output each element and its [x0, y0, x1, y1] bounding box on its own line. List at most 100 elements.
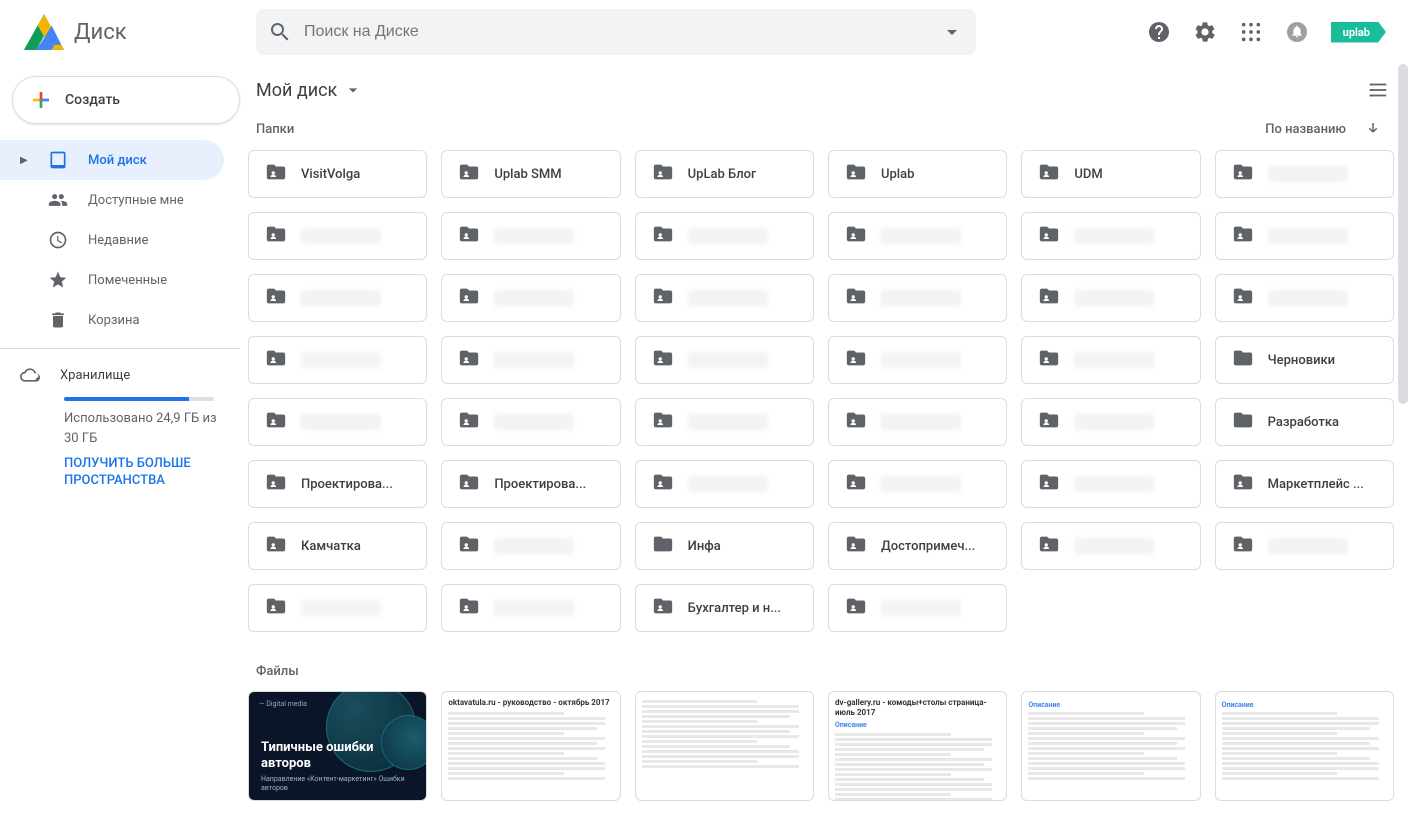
doc-text-line [835, 748, 984, 751]
doc-text-line [1222, 757, 1371, 760]
folder-card[interactable] [441, 336, 620, 384]
shared-folder-icon [458, 471, 480, 497]
folder-card[interactable] [1021, 274, 1200, 322]
search-input[interactable] [292, 23, 940, 41]
breadcrumb[interactable]: Мой диск [256, 80, 363, 101]
folder-card[interactable]: Проектирова... [441, 460, 620, 508]
doc-text-line [1028, 752, 1144, 755]
storage-upgrade-link[interactable]: ПОЛУЧИТЬ БОЛЬШЕ ПРОСТРАНСТВА [64, 456, 220, 490]
doc-text-line [1028, 772, 1144, 775]
doc-text-line [1222, 752, 1338, 755]
storage-label: Хранилище [60, 368, 130, 383]
shared-folder-icon [845, 595, 867, 621]
apps-icon[interactable] [1239, 20, 1263, 44]
people-icon [48, 190, 68, 210]
folder-card[interactable] [828, 212, 1007, 260]
folder-card[interactable]: UDM [1021, 150, 1200, 198]
doc-text-line [835, 753, 951, 756]
file-card[interactable]: oktavatula.ru - руководство - октябрь 20… [441, 691, 620, 801]
notifications-icon[interactable] [1285, 20, 1309, 44]
scrollbar[interactable] [1396, 64, 1410, 836]
redacted-name [301, 352, 381, 368]
file-card[interactable]: Описание [1021, 691, 1200, 801]
create-button[interactable]: Создать [12, 76, 240, 124]
sidebar-item-shared[interactable]: Доступные мне [0, 180, 224, 220]
folder-card[interactable] [828, 274, 1007, 322]
shared-folder-icon [652, 285, 674, 311]
folder-card[interactable]: Проектирова... [248, 460, 427, 508]
folder-card[interactable] [828, 584, 1007, 632]
folder-card[interactable] [828, 336, 1007, 384]
folder-card[interactable]: VisitVolga [248, 150, 427, 198]
list-view-icon[interactable] [1366, 78, 1390, 102]
uplab-badge[interactable]: uplab [1331, 22, 1386, 43]
doc-text-line [448, 727, 597, 730]
folder-card[interactable] [1215, 212, 1394, 260]
folder-card[interactable] [1021, 522, 1200, 570]
folder-card[interactable] [1021, 398, 1200, 446]
search-icon [268, 20, 292, 44]
doc-text-line [835, 738, 992, 741]
sidebar-item-mydrive[interactable]: ▶ Мой диск [0, 140, 224, 180]
sidebar-item-recent[interactable]: Недавние [0, 220, 224, 260]
doc-text-line [835, 778, 984, 781]
folder-name: Uplab SMM [494, 167, 561, 182]
folder-card[interactable] [828, 398, 1007, 446]
folder-card[interactable] [248, 398, 427, 446]
folder-card[interactable] [635, 274, 814, 322]
folder-card[interactable] [1021, 212, 1200, 260]
folder-card[interactable]: Разработка [1215, 398, 1394, 446]
storage-header[interactable]: Хранилище [20, 365, 220, 385]
sort-label: По названию [1265, 122, 1346, 137]
file-card[interactable]: dv-gallery.ru - комоды+столы страница- и… [828, 691, 1007, 801]
logo-area[interactable]: Диск [16, 12, 256, 52]
folder-card[interactable] [441, 522, 620, 570]
folder-card[interactable] [1215, 150, 1394, 198]
scrollbar-thumb[interactable] [1398, 64, 1408, 404]
folder-card[interactable] [248, 274, 427, 322]
folder-card[interactable]: Бухгалтер и н... [635, 584, 814, 632]
search-bar[interactable] [256, 9, 976, 55]
help-icon[interactable] [1147, 20, 1171, 44]
file-subtitle: Направление «Контент-маркетинг» Ошибки а… [261, 775, 414, 792]
doc-text-line [835, 743, 992, 746]
folder-card[interactable] [248, 212, 427, 260]
folder-card[interactable]: Достопримеч... [828, 522, 1007, 570]
shared-folder-icon [265, 285, 287, 311]
folder-card[interactable] [635, 398, 814, 446]
folder-card[interactable] [441, 274, 620, 322]
file-card[interactable]: Описание [1215, 691, 1394, 801]
sidebar-item-trash[interactable]: Корзина [0, 300, 224, 340]
folder-card[interactable]: Черновики [1215, 336, 1394, 384]
folder-card[interactable] [441, 212, 620, 260]
folder-card[interactable] [635, 336, 814, 384]
folder-card[interactable] [635, 212, 814, 260]
folder-card[interactable]: Uplab [828, 150, 1007, 198]
search-dropdown-icon[interactable] [940, 20, 964, 44]
file-card[interactable] [635, 691, 814, 801]
folder-card[interactable]: UpLab Блог [635, 150, 814, 198]
file-card[interactable]: — Digital mediaТипичные ошибки авторовНа… [248, 691, 427, 801]
sort-control[interactable]: По названию [1265, 120, 1382, 138]
folder-card[interactable]: Инфа [635, 522, 814, 570]
shared-folder-icon [652, 223, 674, 249]
expand-icon[interactable]: ▶ [20, 155, 28, 166]
folder-card[interactable]: Маркетплейс ... [1215, 460, 1394, 508]
redacted-name [301, 290, 381, 306]
folder-card[interactable] [1021, 460, 1200, 508]
folder-card[interactable] [828, 460, 1007, 508]
settings-icon[interactable] [1193, 20, 1217, 44]
sidebar-item-starred[interactable]: Помеченные [0, 260, 224, 300]
folder-card[interactable] [441, 398, 620, 446]
folder-card[interactable]: Камчатка [248, 522, 427, 570]
drive-logo-icon [24, 12, 64, 52]
folder-card[interactable] [1021, 336, 1200, 384]
folder-card[interactable] [441, 584, 620, 632]
folder-card[interactable] [248, 584, 427, 632]
folder-card[interactable] [635, 460, 814, 508]
shared-folder-icon [1038, 471, 1060, 497]
folder-card[interactable] [1215, 522, 1394, 570]
folder-card[interactable] [1215, 274, 1394, 322]
folder-card[interactable] [248, 336, 427, 384]
folder-card[interactable]: Uplab SMM [441, 150, 620, 198]
